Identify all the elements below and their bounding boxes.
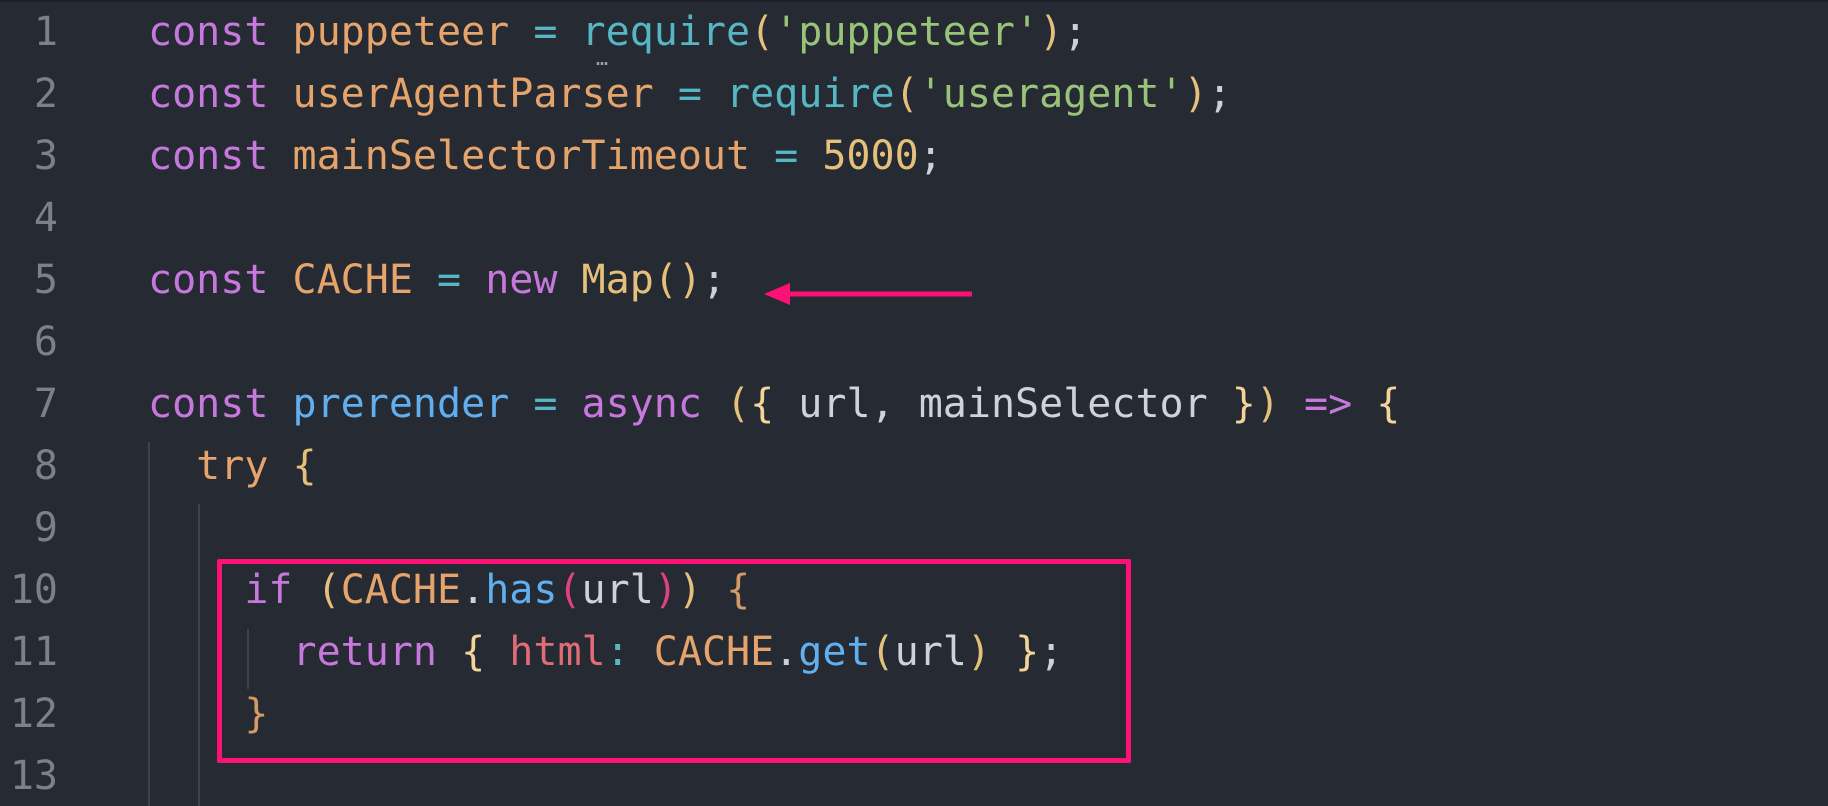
line-number: 12 [9, 691, 58, 737]
code-token: const [148, 133, 269, 179]
code-line[interactable]: 6 [0, 312, 1828, 374]
code-line[interactable]: 2 const userAgentParser = require('userag… [0, 64, 1828, 126]
code-token: prerender [292, 381, 510, 427]
code-token: ( [726, 381, 751, 427]
code-token: const [148, 257, 269, 303]
code-token: => [1279, 381, 1377, 427]
code-token: () [653, 257, 702, 303]
code-token: ; [701, 257, 727, 303]
code-token: = [509, 9, 582, 55]
code-editor[interactable]: 1 const puppeteer = require('puppeteer');… [0, 0, 1828, 806]
code-text: const CACHE = new Map(); [148, 260, 726, 300]
line-number: 6 [33, 319, 58, 365]
code-token: puppeteer [292, 9, 510, 55]
code-token: = [653, 71, 726, 117]
code-token: ) [1183, 71, 1208, 117]
code-token: ; [918, 133, 943, 179]
line-number: 5 [33, 257, 58, 303]
code-token: ( [750, 9, 775, 55]
code-token: } [1231, 381, 1256, 427]
code-token: require [726, 71, 895, 117]
code-line[interactable]: 1 const puppeteer = require('puppeteer'); [0, 2, 1828, 64]
code-token: { [1376, 381, 1401, 427]
code-token: ) [1255, 381, 1280, 427]
code-token: { [750, 381, 775, 427]
line-number: 1 [33, 9, 58, 55]
code-token: const [148, 71, 269, 117]
code-text: const prerender = async ({ url, mainSele… [148, 384, 1400, 424]
code-token: ; [1207, 71, 1232, 117]
line-number: 9 [33, 505, 58, 551]
code-token: const [148, 9, 269, 55]
code-token: async [581, 381, 702, 427]
code-text: const puppeteer = require('puppeteer'); [148, 12, 1087, 52]
code-text: const userAgentParser = require('userage… [148, 74, 1232, 114]
cache-check-highlight-box [217, 559, 1131, 763]
line-number: 8 [33, 443, 58, 489]
code-token: 5000 [822, 133, 919, 179]
code-token: = [750, 133, 823, 179]
code-line[interactable]: 7 const prerender = async ({ url, mainSel… [0, 374, 1828, 436]
code-token: try [196, 443, 269, 489]
code-token: url, mainSelector [774, 381, 1232, 427]
code-token: 'useragent' [918, 71, 1184, 117]
code-text: const mainSelectorTimeout = 5000; [148, 136, 943, 176]
code-line[interactable]: 4 [0, 188, 1828, 250]
code-token: { [292, 443, 317, 489]
line-number: 13 [9, 753, 58, 799]
line-number: 7 [33, 381, 58, 427]
line-number: 3 [33, 133, 58, 179]
line-number: 11 [9, 629, 58, 675]
annotation-arrow-icon [764, 283, 972, 305]
indent-guide [148, 442, 150, 806]
line-number: 2 [33, 71, 58, 117]
lint-hint-dots: … [596, 46, 611, 70]
code-token: 'puppeteer' [774, 9, 1040, 55]
indent-guide [198, 504, 200, 806]
code-token: userAgentParser [292, 71, 654, 117]
code-line[interactable]: 3 const mainSelectorTimeout = 5000; [0, 126, 1828, 188]
code-token: = [412, 257, 486, 303]
code-token: Map [581, 257, 654, 303]
code-token: ; [1063, 9, 1088, 55]
code-text: try { [148, 443, 317, 489]
code-token: new [485, 257, 558, 303]
line-number: 10 [9, 567, 58, 613]
code-token: = [509, 381, 582, 427]
code-line[interactable]: 8 try { [0, 436, 1828, 498]
code-token: ( [894, 71, 919, 117]
code-token: ) [1039, 9, 1064, 55]
code-line[interactable]: 9 [0, 498, 1828, 560]
code-token: const [148, 381, 269, 427]
code-token: CACHE [292, 257, 413, 303]
code-token: mainSelectorTimeout [292, 133, 751, 179]
line-number: 4 [33, 195, 58, 241]
